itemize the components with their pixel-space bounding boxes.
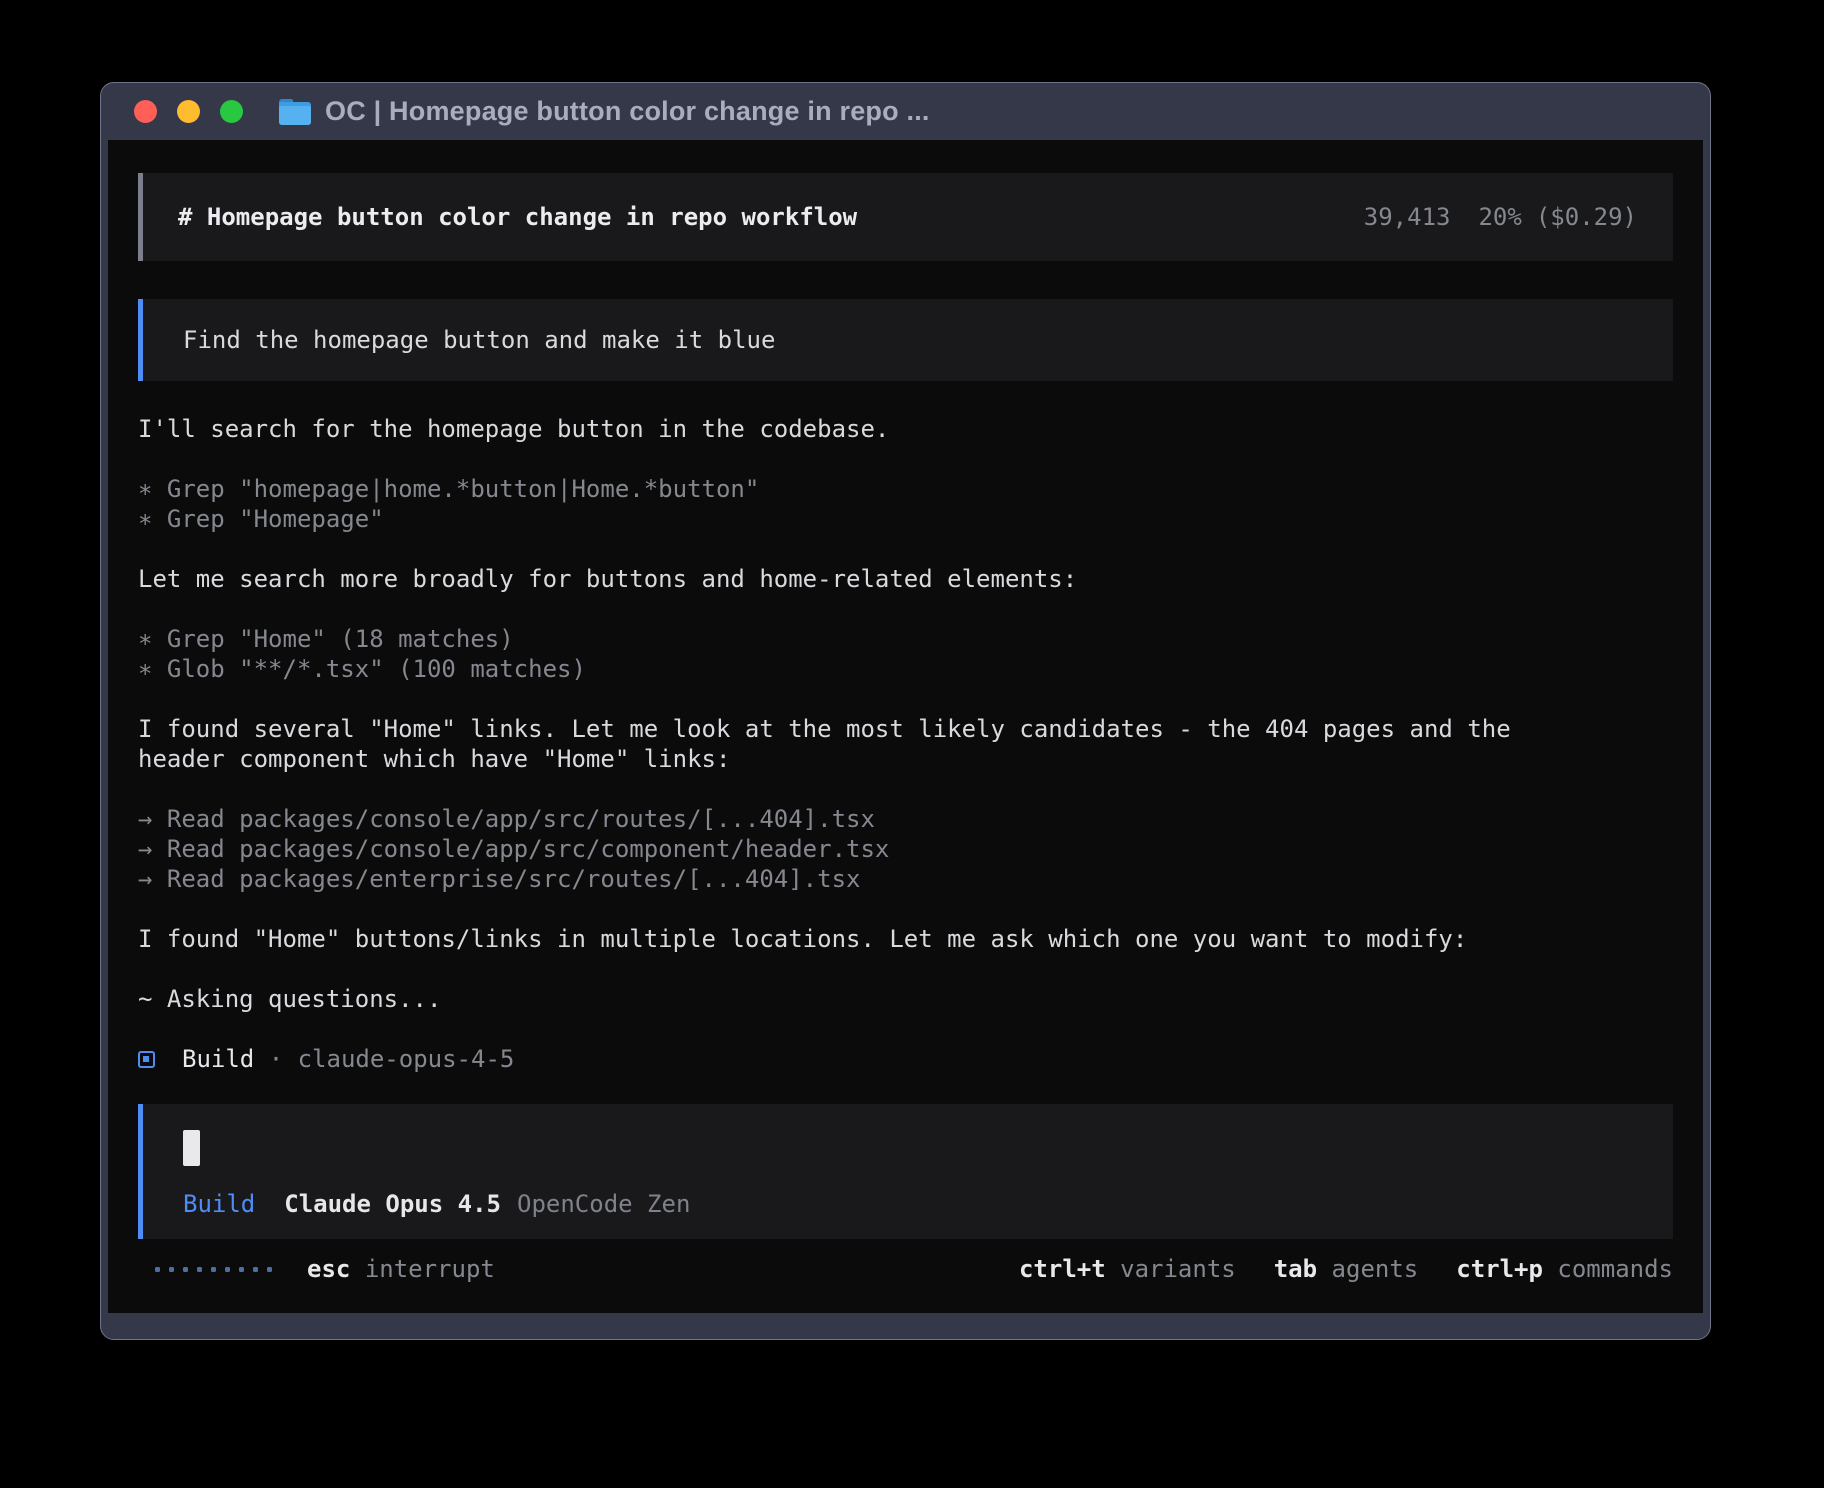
- agent-status-row: Build · claude-opus-4-5: [138, 1044, 1673, 1074]
- terminal-window: OC | Homepage button color change in rep…: [100, 82, 1711, 1340]
- status-left: esc interrupt: [138, 1255, 495, 1283]
- folder-icon: [279, 99, 311, 125]
- user-message: Find the homepage button and make it blu…: [138, 299, 1673, 381]
- session-header: # Homepage button color change in repo w…: [138, 173, 1673, 261]
- blank-line: [138, 444, 1673, 474]
- blank-line: [138, 594, 1673, 624]
- spinner-dots: [155, 1267, 272, 1272]
- blank-line: [138, 684, 1673, 714]
- blank-line: [138, 774, 1673, 804]
- assistant-text-line: I found several "Home" links. Let me loo…: [138, 714, 1673, 744]
- spinner-dot: [155, 1267, 160, 1272]
- tool-call-line: ∗ Grep "Homepage": [138, 504, 1673, 534]
- assistant-text-line: header component which have "Home" links…: [138, 744, 1673, 774]
- esc-key-hint: esc: [307, 1255, 350, 1283]
- input-meta-row: Build Claude Opus 4.5 OpenCode Zen: [183, 1189, 1633, 1219]
- provider-label: OpenCode Zen: [517, 1189, 690, 1219]
- session-title: # Homepage button color change in repo w…: [178, 203, 857, 231]
- blank-line: [138, 1014, 1673, 1044]
- minimize-button[interactable]: [177, 100, 200, 123]
- prompt-input[interactable]: Build Claude Opus 4.5 OpenCode Zen: [138, 1104, 1673, 1239]
- blank-line: [138, 534, 1673, 564]
- window-title: OC | Homepage button color change in rep…: [325, 96, 930, 127]
- tool-call-line: → Read packages/console/app/src/componen…: [138, 834, 1673, 864]
- agent-separator: ·: [254, 1045, 297, 1073]
- key-hint-agents: tab agents: [1274, 1255, 1419, 1283]
- key-hint-commands: ctrl+p commands: [1456, 1255, 1673, 1283]
- esc-key-label: interrupt: [350, 1255, 495, 1283]
- spinner-dot: [267, 1267, 272, 1272]
- spinner-dot: [169, 1267, 174, 1272]
- window-footer: [101, 1313, 1710, 1339]
- spinner-dot: [239, 1267, 244, 1272]
- spinner-dot: [183, 1267, 188, 1272]
- close-button[interactable]: [134, 100, 157, 123]
- conversation-log: I'll search for the homepage button in t…: [138, 414, 1673, 1044]
- titlebar[interactable]: OC | Homepage button color change in rep…: [101, 83, 1710, 140]
- tool-call-line: → Read packages/console/app/src/routes/[…: [138, 804, 1673, 834]
- keyboard-hints: ctrl+t variants tab agents ctrl+p commands: [1019, 1255, 1673, 1283]
- context-percent: 20%: [1478, 203, 1521, 231]
- traffic-lights: [134, 100, 243, 123]
- blank-line: [138, 954, 1673, 984]
- hint-label: agents: [1317, 1255, 1418, 1283]
- zoom-button[interactable]: [220, 100, 243, 123]
- hint-label: variants: [1106, 1255, 1236, 1283]
- assistant-text-line: ~ Asking questions...: [138, 984, 1673, 1014]
- spinner-dot: [197, 1267, 202, 1272]
- spinner-dot: [211, 1267, 216, 1272]
- assistant-text-line: I'll search for the homepage button in t…: [138, 414, 1673, 444]
- terminal-viewport: # Homepage button color change in repo w…: [108, 140, 1703, 1313]
- user-message-text: Find the homepage button and make it blu…: [183, 326, 775, 354]
- token-count: 39,413: [1364, 203, 1451, 231]
- agent-name: Build: [182, 1045, 254, 1073]
- hint-key: ctrl+p: [1456, 1255, 1543, 1283]
- blank-line: [138, 894, 1673, 924]
- hint-key: ctrl+t: [1019, 1255, 1106, 1283]
- text-cursor: [183, 1130, 200, 1166]
- key-hint-variants: ctrl+t variants: [1019, 1255, 1236, 1283]
- session-cost: ($0.29): [1536, 203, 1637, 231]
- agent-build-icon: [138, 1051, 155, 1068]
- assistant-text-line: Let me search more broadly for buttons a…: [138, 564, 1673, 594]
- hint-label: commands: [1543, 1255, 1673, 1283]
- agent-model: claude-opus-4-5: [298, 1045, 515, 1073]
- session-stats: 39,413 20% ($0.29): [1364, 203, 1637, 231]
- mode-selector[interactable]: Build: [183, 1189, 255, 1219]
- tool-call-line: ∗ Glob "**/*.tsx" (100 matches): [138, 654, 1673, 684]
- tool-call-line: ∗ Grep "homepage|home.*button|Home.*butt…: [138, 474, 1673, 504]
- spinner-dot: [253, 1267, 258, 1272]
- assistant-text-line: I found "Home" buttons/links in multiple…: [138, 924, 1673, 954]
- hint-key: tab: [1274, 1255, 1317, 1283]
- model-selector[interactable]: Claude Opus 4.5: [284, 1189, 501, 1219]
- tool-call-line: ∗ Grep "Home" (18 matches): [138, 624, 1673, 654]
- spinner-dot: [225, 1267, 230, 1272]
- tool-call-line: → Read packages/enterprise/src/routes/[.…: [138, 864, 1673, 894]
- status-bar: esc interrupt ctrl+t variantstab agentsc…: [138, 1254, 1673, 1284]
